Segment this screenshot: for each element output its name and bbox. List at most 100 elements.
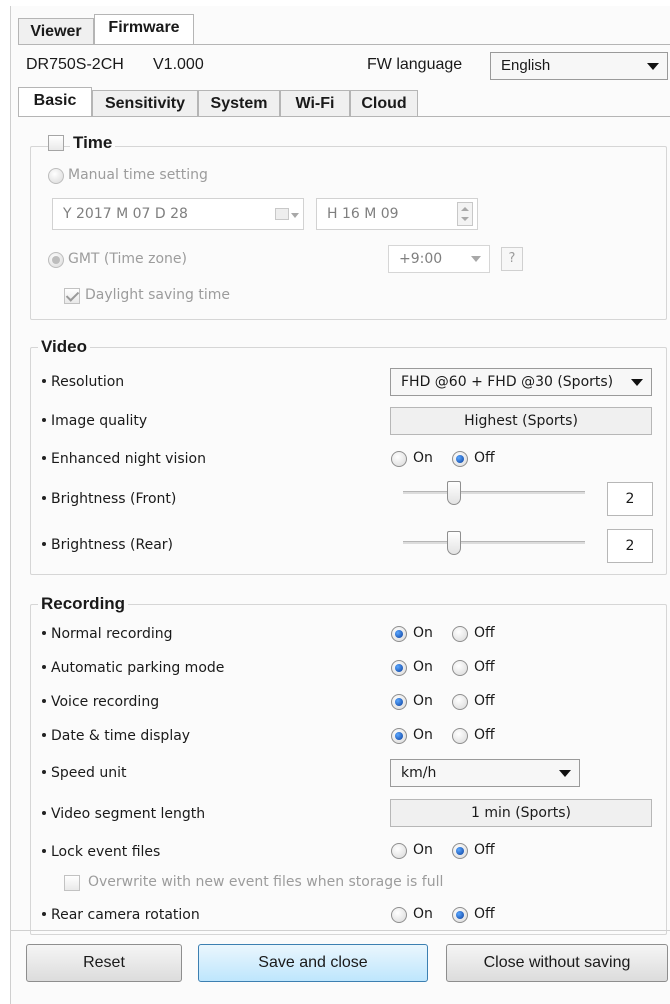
voice-recording-on-label: On [413,693,433,709]
brightness-front-value: 2 [607,482,653,516]
chevron-down-icon [471,256,481,262]
lock-event-off-radio[interactable] [452,843,468,859]
bullet-icon [42,733,46,737]
tab-system[interactable]: System [198,90,280,116]
time-spinner[interactable] [457,202,473,226]
footer-divider [10,930,670,931]
parking-mode-off-label: Off [474,659,495,675]
rear-rotation-label: Rear camera rotation [42,907,200,923]
segment-length-value: 1 min (Sports) [390,799,652,827]
bullet-icon [42,912,46,916]
parking-mode-on-radio[interactable] [391,660,407,676]
bullet-icon [42,699,46,703]
resolution-select[interactable]: FHD @60 + FHD @30 (Sports) [390,368,652,396]
parking-mode-label: Automatic parking mode [42,660,224,676]
datetime-display-label: Date & time display [42,728,190,744]
save-and-close-button[interactable]: Save and close [198,944,428,982]
gmt-help-button[interactable]: ? [501,247,523,271]
fw-language-select[interactable]: English [490,52,668,80]
tab-wifi[interactable]: Wi-Fi [280,90,350,116]
normal-recording-on-radio[interactable] [391,626,407,642]
time-group-title: Time [70,133,116,153]
chevron-down-icon [461,217,469,221]
brightness-rear-label: Brightness (Rear) [42,537,173,553]
datetime-display-on-radio[interactable] [391,728,407,744]
lock-event-off-label: Off [474,842,495,858]
brightness-front-label: Brightness (Front) [42,491,176,507]
rear-rotation-off-radio[interactable] [452,907,468,923]
bullet-icon [42,631,46,635]
tab-divider [18,44,670,45]
voice-recording-label: Voice recording [42,694,159,710]
dst-checkbox[interactable] [64,288,80,304]
tab-basic[interactable]: Basic [18,87,92,117]
bullet-icon [42,542,46,546]
manual-time-label: Manual time setting [68,167,208,183]
bullet-icon [42,849,46,853]
reset-button[interactable]: Reset [26,944,182,982]
gmt-label: GMT (Time zone) [68,251,187,267]
brightness-rear-handle[interactable] [447,531,461,555]
fw-language-value: English [501,57,551,74]
tab-sensitivity[interactable]: Sensitivity [92,90,198,116]
normal-recording-off-label: Off [474,625,495,641]
night-vision-label: Enhanced night vision [42,451,206,467]
rear-rotation-off-label: Off [474,906,495,922]
parking-mode-off-radio[interactable] [452,660,468,676]
brightness-rear-value: 2 [607,529,653,563]
close-without-saving-button[interactable]: Close without saving [446,944,668,982]
manual-time-radio[interactable] [48,168,64,184]
time-value: H 16 M 09 [327,206,399,222]
gmt-select[interactable]: +9:00 [388,245,490,273]
gmt-radio[interactable] [48,252,64,268]
overwrite-label: Overwrite with new event files when stor… [88,874,444,890]
image-quality-value: Highest (Sports) [390,407,652,435]
image-quality-label: Image quality [42,413,147,429]
brightness-front-handle[interactable] [447,481,461,505]
calendar-icon [275,208,289,220]
bullet-icon [42,770,46,774]
night-vision-on-radio[interactable] [391,451,407,467]
normal-recording-off-radio[interactable] [452,626,468,642]
time-input[interactable]: H 16 M 09 [316,198,478,230]
voice-recording-on-radio[interactable] [391,694,407,710]
date-value: Y 2017 M 07 D 28 [63,206,188,222]
bullet-icon [42,418,46,422]
lock-event-label: Lock event files [42,844,160,860]
voice-recording-off-radio[interactable] [452,694,468,710]
rear-rotation-on-label: On [413,906,433,922]
overwrite-checkbox[interactable] [64,875,80,891]
speed-unit-select[interactable]: km/h [390,759,580,787]
fw-language-label: FW language [367,56,463,73]
brightness-rear-track[interactable] [403,541,585,544]
normal-recording-label: Normal recording [42,626,172,642]
model-label: DR750S-2CH [26,56,124,73]
resolution-value: FHD @60 + FHD @30 (Sports) [401,374,614,390]
segment-length-label: Video segment length [42,806,205,822]
time-checkbox[interactable] [48,135,64,151]
lock-event-on-radio[interactable] [391,843,407,859]
gmt-value: +9:00 [399,251,443,267]
bullet-icon [42,379,46,383]
bullet-icon [42,665,46,669]
date-input[interactable]: Y 2017 M 07 D 28 [52,198,304,230]
tab-viewer[interactable]: Viewer [18,18,94,44]
night-vision-on-label: On [413,450,433,466]
chevron-down-icon [631,379,643,386]
rear-rotation-on-radio[interactable] [391,907,407,923]
tab-cloud[interactable]: Cloud [350,90,418,116]
night-vision-off-label: Off [474,450,495,466]
brightness-front-track[interactable] [403,491,585,494]
datetime-display-off-radio[interactable] [452,728,468,744]
chevron-down-icon [647,63,659,70]
recording-group-title: Recording [38,594,129,614]
bullet-icon [42,811,46,815]
voice-recording-off-label: Off [474,693,495,709]
night-vision-off-radio[interactable] [452,451,468,467]
version-label: V1.000 [153,56,204,73]
video-group-title: Video [38,337,90,357]
tab-firmware[interactable]: Firmware [94,14,194,45]
dst-label: Daylight saving time [85,287,231,303]
bullet-icon [42,456,46,460]
chevron-down-icon [291,213,299,218]
